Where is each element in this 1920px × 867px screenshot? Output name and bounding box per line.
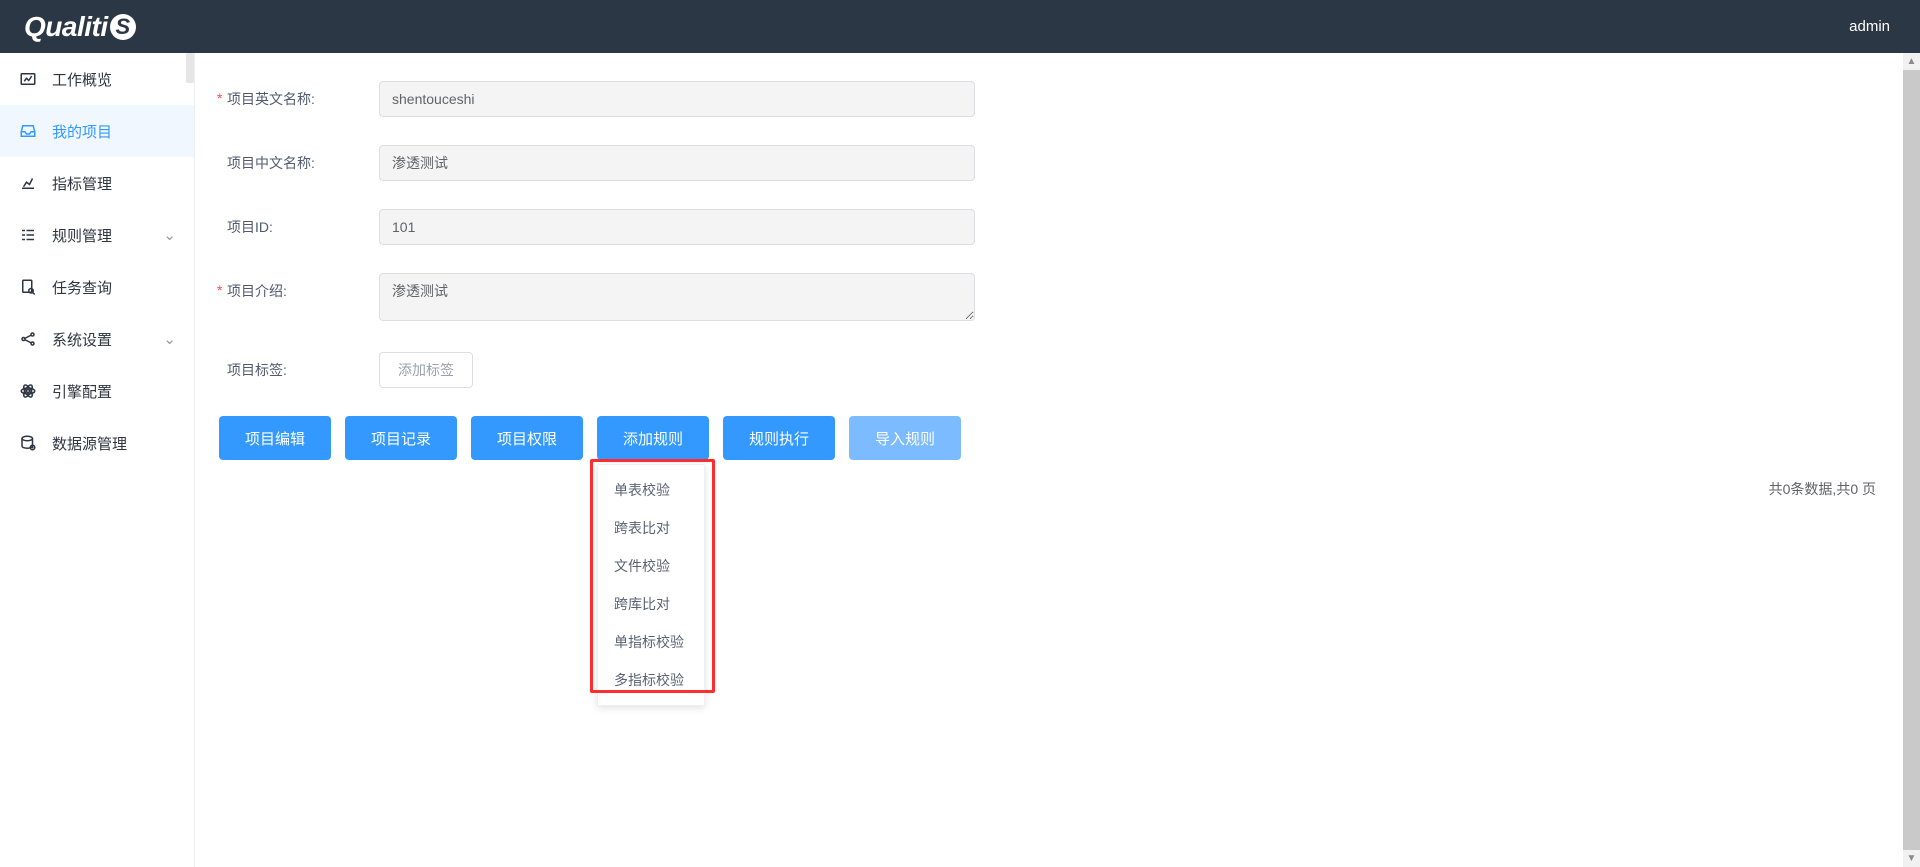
- add-rule-wrapper: 添加规则 单表校验 跨表比对 文件校验 跨库比对 单指标校验 多指标校验: [597, 416, 709, 460]
- dropdown-item-cross-table[interactable]: 跨表比对: [598, 509, 704, 547]
- dashboard-icon: [18, 69, 38, 89]
- row-en-name: 项目英文名称:: [219, 81, 1896, 117]
- app-header: QualitiS admin: [0, 0, 1920, 53]
- sidebar-item-label: 指标管理: [52, 173, 112, 194]
- input-id[interactable]: [379, 209, 975, 245]
- inbox-icon: [18, 121, 38, 141]
- pagination-summary: 共0条数据,共0 页: [1769, 479, 1876, 499]
- input-cn-name[interactable]: [379, 145, 975, 181]
- main-panel: 项目英文名称: 项目中文名称: 项目ID: 项目介绍: 项目标签: 添加标签: [195, 53, 1920, 867]
- scroll-down-arrow-icon[interactable]: ▼: [1903, 850, 1920, 867]
- sidebar-item-label: 任务查询: [52, 277, 112, 298]
- dropdown-item-single-metric[interactable]: 单指标校验: [598, 623, 704, 661]
- row-tags: 项目标签: 添加标签: [219, 352, 1896, 388]
- atom-icon: [18, 381, 38, 401]
- label-id: 项目ID:: [219, 209, 379, 237]
- sidebar-item-tasks[interactable]: 任务查询: [0, 261, 194, 313]
- sidebar: 工作概览 我的项目 指标管理 规则管理 ⌄ 任务查询 系统设置 ⌄ 引擎配置: [0, 53, 195, 867]
- sidebar-item-label: 引擎配置: [52, 381, 112, 402]
- dropdown-item-cross-db[interactable]: 跨库比对: [598, 585, 704, 623]
- current-user[interactable]: admin: [1849, 18, 1896, 35]
- logo-text: Qualiti: [24, 11, 108, 43]
- sidebar-item-overview[interactable]: 工作概览: [0, 53, 194, 105]
- sidebar-item-label: 系统设置: [52, 329, 112, 350]
- sidebar-item-metrics[interactable]: 指标管理: [0, 157, 194, 209]
- chevron-down-icon: ⌄: [163, 330, 176, 348]
- row-cn-name: 项目中文名称:: [219, 145, 1896, 181]
- sidebar-item-engine[interactable]: 引擎配置: [0, 365, 194, 417]
- label-tags: 项目标签:: [219, 352, 379, 380]
- import-rule-button[interactable]: 导入规则: [849, 416, 961, 460]
- search-doc-icon: [18, 277, 38, 297]
- sidebar-item-settings[interactable]: 系统设置 ⌄: [0, 313, 194, 365]
- sidebar-item-label: 规则管理: [52, 225, 112, 246]
- label-cn-name: 项目中文名称:: [219, 145, 379, 173]
- dropdown-item-multi-metric[interactable]: 多指标校验: [598, 661, 704, 699]
- logo-badge: S: [110, 14, 136, 40]
- sidebar-item-label: 我的项目: [52, 121, 112, 142]
- row-id: 项目ID:: [219, 209, 1896, 245]
- rule-exec-button[interactable]: 规则执行: [723, 416, 835, 460]
- add-rule-button[interactable]: 添加规则: [597, 416, 709, 460]
- chart-icon: [18, 173, 38, 193]
- add-rule-dropdown: 单表校验 跨表比对 文件校验 跨库比对 单指标校验 多指标校验: [597, 464, 705, 706]
- project-record-button[interactable]: 项目记录: [345, 416, 457, 460]
- share-icon: [18, 329, 38, 349]
- list-icon: [18, 225, 38, 245]
- sidebar-item-label: 工作概览: [52, 69, 112, 90]
- row-intro: 项目介绍:: [219, 273, 1896, 324]
- textarea-intro[interactable]: [379, 273, 975, 321]
- label-en-name: 项目英文名称:: [219, 81, 379, 109]
- scroll-up-arrow-icon[interactable]: ▲: [1903, 53, 1920, 70]
- dropdown-item-file[interactable]: 文件校验: [598, 547, 704, 585]
- chevron-down-icon: ⌄: [163, 226, 176, 244]
- scroll-thumb[interactable]: [1903, 70, 1920, 850]
- sidebar-item-label: 数据源管理: [52, 433, 127, 454]
- project-perm-button[interactable]: 项目权限: [471, 416, 583, 460]
- page-scrollbar[interactable]: ▲ ▼: [1903, 53, 1920, 867]
- add-tag-button[interactable]: 添加标签: [379, 352, 473, 388]
- sidebar-item-my-projects[interactable]: 我的项目: [0, 105, 194, 157]
- db-icon: [18, 433, 38, 453]
- label-intro: 项目介绍:: [219, 273, 379, 301]
- input-en-name[interactable]: [379, 81, 975, 117]
- sidebar-item-rules[interactable]: 规则管理 ⌄: [0, 209, 194, 261]
- sidebar-item-datasource[interactable]: 数据源管理: [0, 417, 194, 469]
- action-buttons: 项目编辑 项目记录 项目权限 添加规则 单表校验 跨表比对 文件校验 跨库比对 …: [219, 416, 1896, 460]
- dropdown-item-single-table[interactable]: 单表校验: [598, 471, 704, 509]
- project-edit-button[interactable]: 项目编辑: [219, 416, 331, 460]
- app-logo: QualitiS: [24, 0, 136, 53]
